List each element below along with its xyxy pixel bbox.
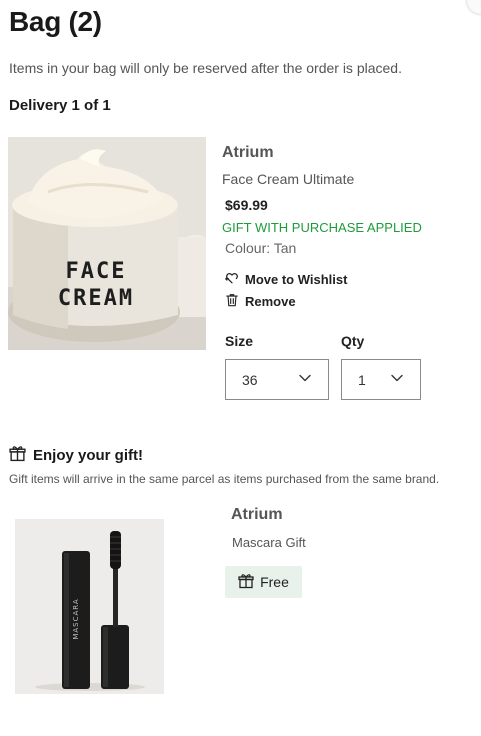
- product-brand: Atrium: [222, 144, 274, 161]
- size-select[interactable]: 36: [225, 359, 329, 400]
- gift-icon: [9, 445, 26, 466]
- product-image[interactable]: FACE CREAM: [8, 137, 206, 350]
- product-image-text-line1: FACE: [65, 259, 127, 284]
- gift-applied-status: GIFT WITH PURCHASE APPLIED: [222, 220, 422, 235]
- product-name[interactable]: Face Cream Ultimate: [222, 171, 354, 187]
- reservation-notice: Items in your bag will only be reserved …: [9, 60, 402, 76]
- chevron-down-icon: [390, 371, 404, 388]
- gift-heading-label: Enjoy your gift!: [33, 447, 143, 464]
- gift-icon: [238, 573, 254, 592]
- delivery-label: Delivery 1 of 1: [9, 97, 111, 114]
- remove-button[interactable]: Remove: [225, 293, 296, 310]
- heart-arrow-icon: [225, 271, 239, 288]
- gift-image-label-holder: MASCARA: [63, 598, 89, 639]
- chevron-down-icon: [298, 371, 312, 388]
- size-value: 36: [242, 371, 258, 388]
- gift-note: Gift items will arrive in the same parce…: [9, 472, 440, 486]
- move-to-wishlist-label: Move to Wishlist: [245, 272, 348, 287]
- gift-brand: Atrium: [231, 506, 283, 523]
- gift-image[interactable]: MASCARA: [15, 519, 164, 694]
- size-label: Size: [225, 333, 254, 349]
- gift-name: Mascara Gift: [232, 535, 306, 550]
- qty-select[interactable]: 1: [341, 359, 421, 400]
- product-image-text-line2: CREAM: [57, 286, 135, 311]
- qty-label: Qty: [341, 333, 365, 349]
- page-title: Bag (2): [9, 6, 102, 37]
- gift-image-text: MASCARA: [72, 598, 80, 640]
- product-image-label: FACE CREAM: [8, 258, 184, 312]
- remove-label: Remove: [245, 294, 296, 309]
- qty-value: 1: [358, 371, 366, 388]
- product-colour: Colour: Tan: [225, 240, 297, 256]
- trash-icon: [225, 293, 239, 310]
- free-badge: Free: [225, 566, 302, 598]
- product-price: $69.99: [225, 197, 268, 213]
- gift-heading: Enjoy your gift!: [9, 445, 143, 466]
- corner-decoration: [467, 0, 481, 14]
- move-to-wishlist-button[interactable]: Move to Wishlist: [225, 271, 347, 288]
- free-badge-label: Free: [260, 574, 289, 590]
